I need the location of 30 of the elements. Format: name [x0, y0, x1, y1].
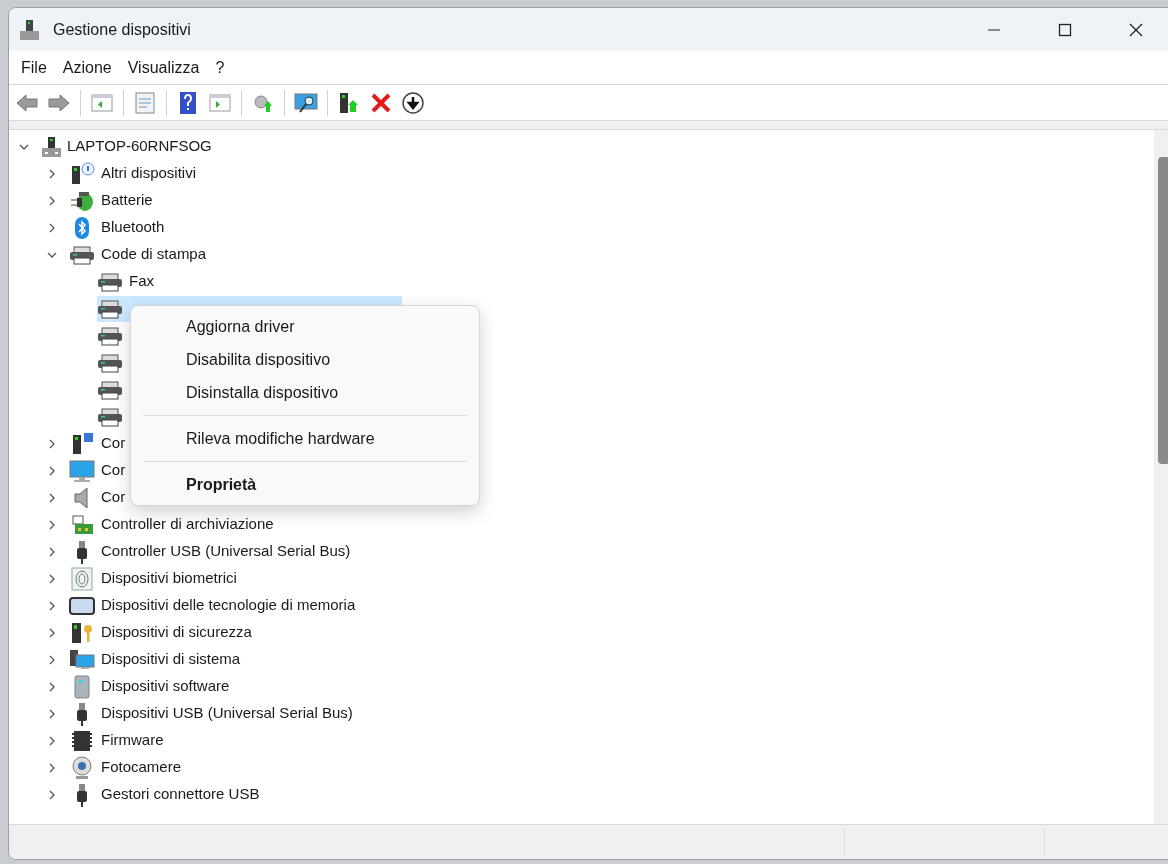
menu-item[interactable]: Disinstalla dispositivo	[143, 376, 467, 409]
tree-item[interactable]: Dispositivi USB (Universal Serial Bus)	[69, 700, 357, 727]
menu-item[interactable]: Visualizza	[119, 53, 208, 82]
tree-item[interactable]: Altri dispositivi	[69, 160, 201, 187]
menu-item[interactable]: File	[13, 53, 55, 82]
tree-item[interactable]: Batterie	[69, 187, 157, 214]
tree-item[interactable]: Cor	[69, 430, 130, 457]
tree-item[interactable]: Dispositivi software	[69, 673, 234, 700]
menu-item[interactable]: Azione	[54, 53, 120, 82]
window-title: Gestione dispositivi	[53, 19, 191, 40]
tree-item[interactable]: Dispositivi delle tecnologie di memoria	[69, 592, 360, 619]
menu-item[interactable]: Proprietà	[143, 468, 467, 501]
menu-item[interactable]: Aggiorna driver	[143, 310, 467, 343]
menu-item[interactable]: Rileva modifiche hardware	[143, 422, 467, 455]
tree-item[interactable]: Controller USB (Universal Serial Bus)	[69, 538, 355, 565]
tree-item[interactable]: Fotocamere	[69, 754, 186, 781]
menu-item[interactable]: Disabilita dispositivo	[143, 343, 467, 376]
menu-item[interactable]: ?	[207, 53, 233, 82]
tree-item[interactable]: Bluetooth	[69, 214, 169, 241]
tree-item[interactable]: Controller di archiviazione	[69, 511, 278, 538]
tree-item[interactable]: Dispositivi biometrici	[69, 565, 241, 592]
tree-item[interactable]: Dispositivi di sicurezza	[69, 619, 256, 646]
tree-item[interactable]: Fax	[97, 268, 158, 295]
tree-item[interactable]: Cor	[69, 457, 130, 484]
tree-item[interactable]: Cor	[69, 484, 130, 511]
tree-item[interactable]: Dispositivi di sistema	[69, 646, 245, 673]
tree-item[interactable]: Code di stampa	[69, 241, 211, 268]
tree-item[interactable]: Gestori connettore USB	[69, 781, 264, 808]
tree-item[interactable]: Firmware	[69, 727, 168, 754]
tree-item[interactable]: LAPTOP-60RNFSOG	[41, 133, 216, 160]
